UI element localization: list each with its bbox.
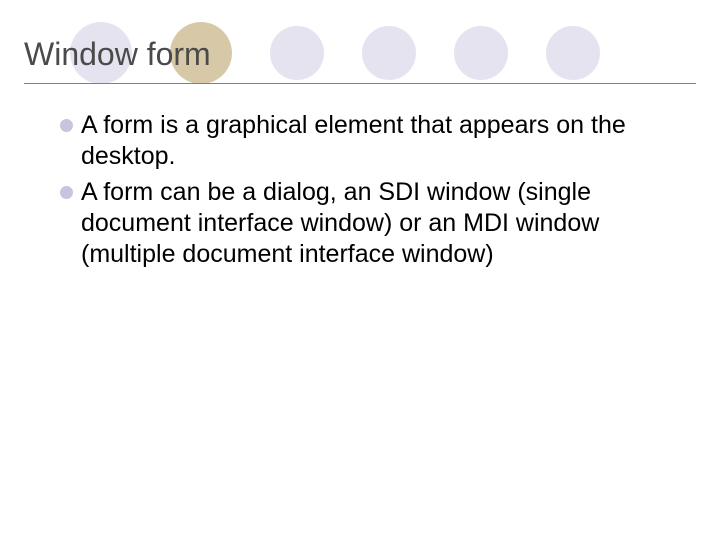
bullet-text: A form can be a dialog, an SDI window (s… [81, 177, 670, 271]
title-area: Window form [24, 36, 696, 84]
bullet-item: A form can be a dialog, an SDI window (s… [60, 177, 670, 271]
bullet-text: A form is a graphical element that appea… [81, 110, 670, 173]
bullet-icon [60, 119, 73, 132]
title-underline [24, 83, 696, 84]
bullet-icon [60, 186, 73, 199]
slide-title: Window form [24, 36, 696, 81]
content-area: A form is a graphical element that appea… [60, 110, 670, 274]
bullet-item: A form is a graphical element that appea… [60, 110, 670, 173]
